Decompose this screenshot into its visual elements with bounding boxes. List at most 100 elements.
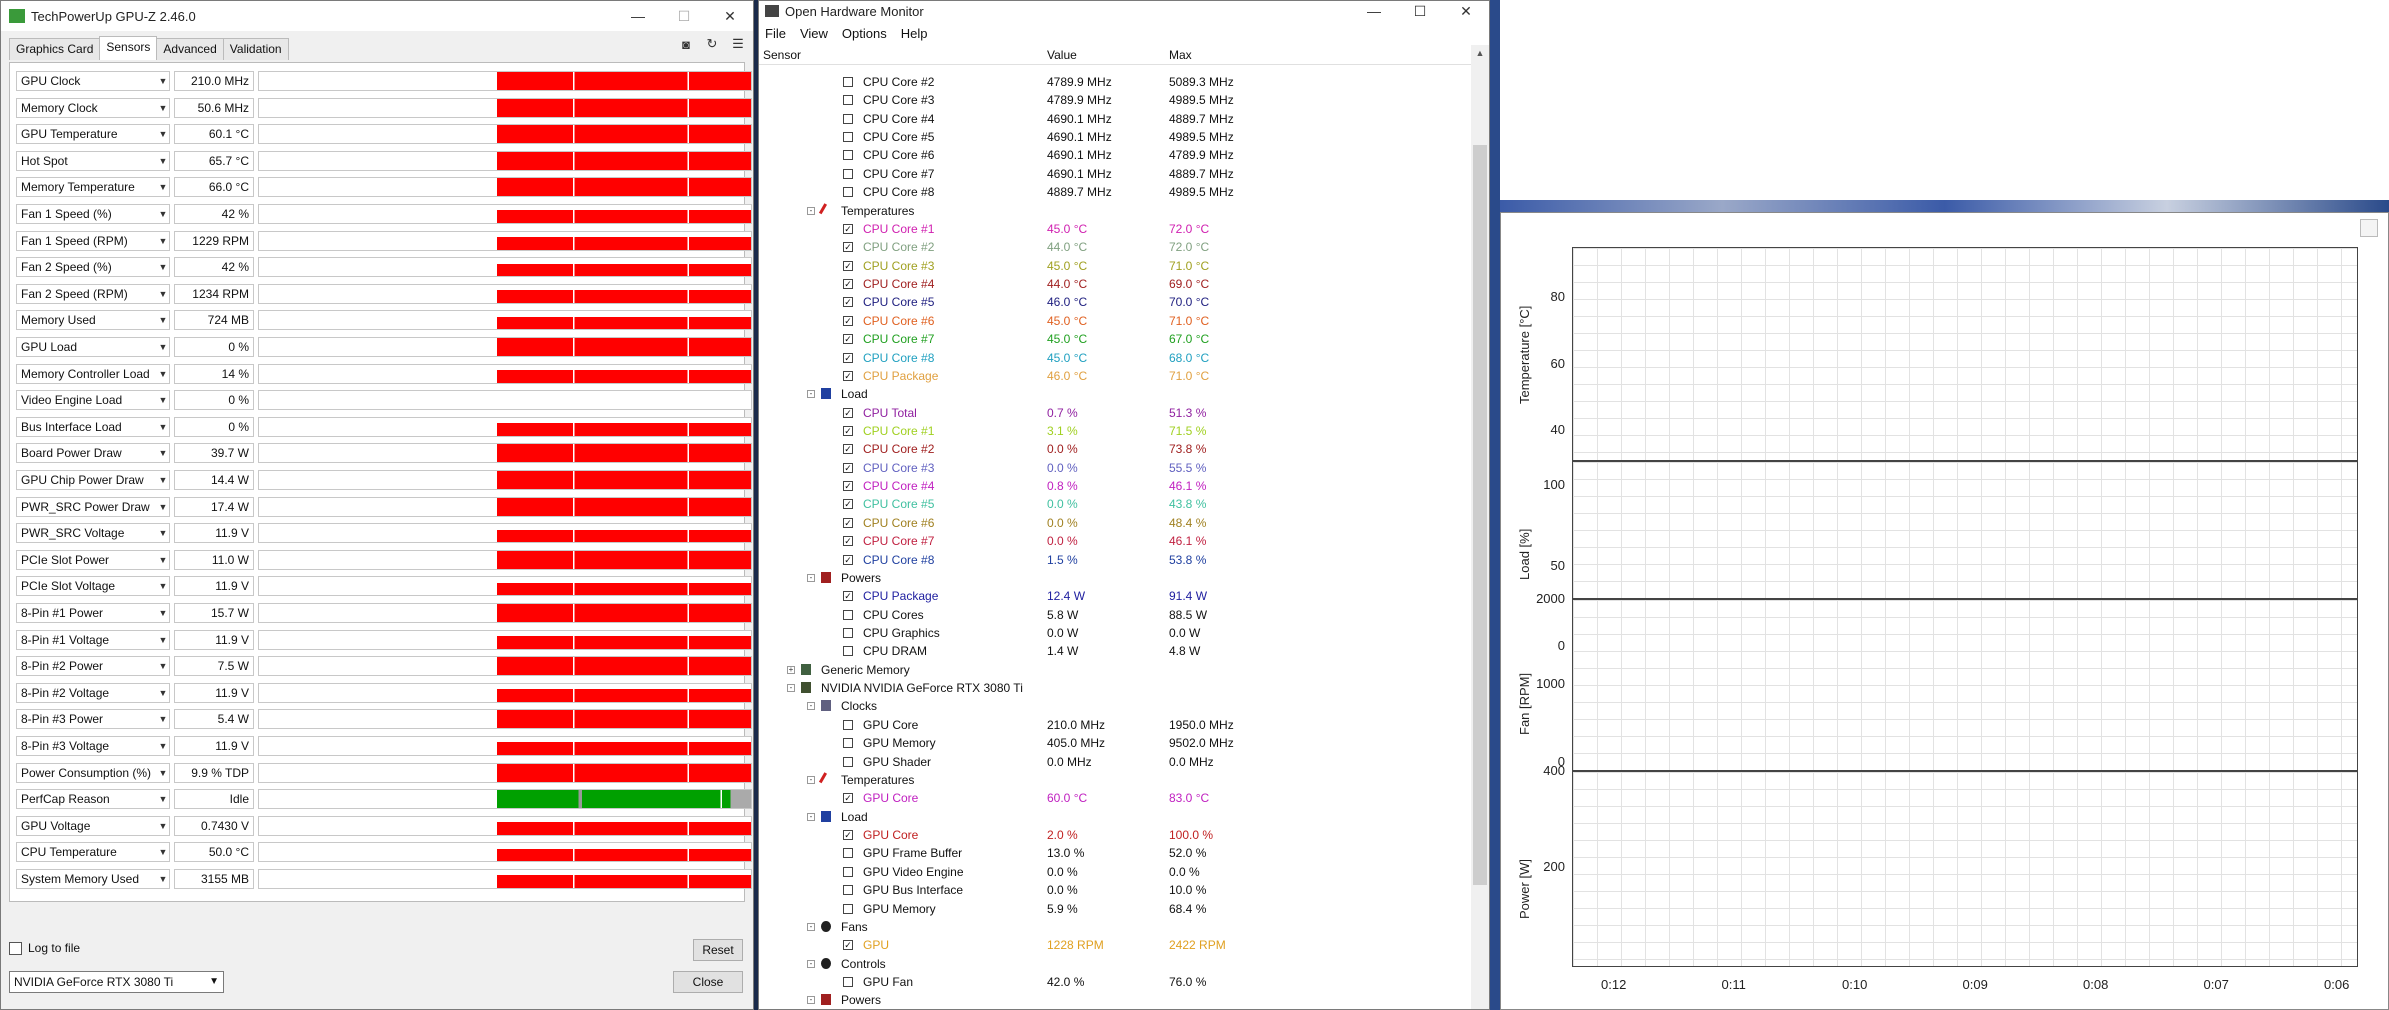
sensor-tree-row[interactable]: CPU Core #6 4690.1 MHz 4789.9 MHz (759, 146, 1471, 164)
sensor-checkbox[interactable]: ✓ (843, 536, 853, 547)
expand-icon[interactable]: - (807, 812, 815, 821)
sensor-checkbox[interactable]: ✓ (843, 444, 853, 455)
sensor-tree-row[interactable]: ✓ CPU Core #8 45.0 °C 68.0 °C (759, 349, 1471, 367)
sensor-tree-group[interactable]: - Fans (759, 918, 1471, 936)
sensor-tree-row[interactable]: ✓ CPU Core #6 0.0 % 48.4 % (759, 514, 1471, 532)
sensor-tree-row[interactable]: ✓ GPU Core 2.0 % 100.0 % (759, 826, 1471, 844)
sensor-checkbox[interactable]: ✓ (843, 425, 853, 436)
sensor-checkbox[interactable] (843, 150, 853, 161)
refresh-icon[interactable]: ↻ (703, 35, 721, 53)
sensor-checkbox[interactable]: ✓ (843, 352, 853, 363)
tab-validation[interactable]: Validation (222, 38, 289, 60)
sensor-tree-row[interactable]: ✓ CPU Core #4 44.0 °C 69.0 °C (759, 275, 1471, 293)
chevron-down-icon[interactable]: ▼ (156, 709, 170, 729)
sensor-name[interactable]: PCIe Slot Power (16, 549, 170, 570)
close-button[interactable]: Close (673, 971, 743, 993)
sensor-checkbox[interactable]: ✓ (843, 279, 853, 290)
plot-panel[interactable] (1572, 461, 2358, 599)
sensor-name[interactable]: Fan 2 Speed (%) (16, 257, 170, 278)
chevron-down-icon[interactable]: ▼ (156, 177, 170, 197)
sensor-checkbox[interactable]: ✓ (843, 260, 853, 271)
sensor-name[interactable]: PerfCap Reason (16, 789, 170, 810)
chevron-down-icon[interactable]: ▼ (156, 390, 170, 410)
sensor-checkbox[interactable]: ✓ (843, 940, 853, 951)
sensor-name[interactable]: Video Engine Load (16, 390, 170, 411)
chevron-down-icon[interactable]: ▼ (156, 310, 170, 330)
sensor-name[interactable]: 8-Pin #2 Power (16, 656, 170, 677)
chevron-down-icon[interactable]: ▼ (156, 523, 170, 543)
plot-panel[interactable] (1572, 599, 2358, 771)
sensor-tree-group[interactable]: - NVIDIA NVIDIA GeForce RTX 3080 Ti (759, 679, 1471, 697)
sensor-checkbox[interactable]: ✓ (843, 499, 853, 510)
expand-icon[interactable]: - (807, 922, 815, 931)
sensor-tree-row[interactable]: ✓ CPU Core #2 44.0 °C 72.0 °C (759, 238, 1471, 256)
sensor-checkbox[interactable] (843, 646, 853, 657)
device-select[interactable]: NVIDIA GeForce RTX 3080 Ti ▼ (9, 971, 224, 993)
tab-sensors[interactable]: Sensors (99, 36, 158, 60)
sensor-tree-row[interactable]: GPU Memory 405.0 MHz 9502.0 MHz (759, 734, 1471, 752)
sensor-checkbox[interactable]: ✓ (843, 830, 853, 841)
sensor-name[interactable]: GPU Temperature (16, 124, 170, 145)
sensor-name[interactable]: 8-Pin #3 Voltage (16, 736, 170, 756)
sensor-tree-row[interactable]: ✓ CPU Core #2 0.0 % 73.8 % (759, 440, 1471, 458)
chevron-down-icon[interactable]: ▼ (156, 816, 170, 836)
sensor-name[interactable]: Bus Interface Load (16, 416, 170, 437)
sensor-tree-row[interactable]: GPU Fan 42.0 % 76.0 % (759, 973, 1471, 991)
menu-options[interactable]: Options (842, 26, 887, 41)
sensor-tree-row[interactable]: CPU Cores 5.8 W 88.5 W (759, 606, 1471, 624)
expand-icon[interactable]: - (787, 684, 795, 693)
chevron-down-icon[interactable]: ▼ (156, 470, 170, 490)
chevron-down-icon[interactable]: ▼ (156, 284, 170, 304)
sensor-name[interactable]: Memory Controller Load (16, 363, 170, 384)
chevron-down-icon[interactable]: ▼ (156, 151, 170, 171)
sensor-tree-row[interactable]: GPU Core 210.0 MHz 1950.0 MHz (759, 716, 1471, 734)
sensor-tree-row[interactable]: CPU Core #3 4789.9 MHz 4989.5 MHz (759, 91, 1471, 109)
sensor-checkbox[interactable] (843, 903, 853, 914)
sensor-tree-group[interactable]: - Load (759, 385, 1471, 403)
sensor-name[interactable]: PWR_SRC Voltage (16, 523, 170, 544)
sensor-checkbox[interactable]: ✓ (843, 554, 853, 565)
sensor-tree-row[interactable]: ✓ CPU Core #4 0.8 % 46.1 % (759, 477, 1471, 495)
sensor-tree-row[interactable]: ✓ CPU Core #8 1.5 % 53.8 % (759, 551, 1471, 569)
expand-icon[interactable]: - (807, 206, 815, 215)
scroll-up-icon[interactable]: ▲ (1471, 45, 1489, 61)
sensor-name[interactable]: CPU Temperature (16, 842, 170, 863)
sensor-tree-row[interactable]: ✓ CPU Core #7 45.0 °C 67.0 °C (759, 330, 1471, 348)
sensor-checkbox[interactable] (843, 168, 853, 179)
menu-file[interactable]: File (765, 26, 786, 41)
maximize-icon[interactable]: ☐ (1397, 1, 1443, 21)
sensor-checkbox[interactable]: ✓ (843, 297, 853, 308)
sensor-name[interactable]: PWR_SRC Power Draw (16, 496, 170, 517)
chevron-down-icon[interactable]: ▼ (156, 789, 170, 809)
chevron-down-icon[interactable]: ▼ (156, 98, 170, 118)
sensor-name[interactable]: Board Power Draw (16, 443, 170, 464)
sensor-tree-group[interactable]: - Controls (759, 955, 1471, 973)
sensor-tree-row[interactable]: CPU Core #4 4690.1 MHz 4889.7 MHz (759, 110, 1471, 128)
chevron-down-icon[interactable]: ▼ (156, 842, 170, 862)
sensor-name[interactable]: PCIe Slot Voltage (16, 576, 170, 597)
sensor-tree-row[interactable]: ✓ CPU Core #6 45.0 °C 71.0 °C (759, 312, 1471, 330)
sensor-tree-row[interactable]: ✓ CPU Core #1 3.1 % 71.5 % (759, 422, 1471, 440)
sensor-checkbox[interactable]: ✓ (843, 481, 853, 492)
chevron-down-icon[interactable]: ▼ (156, 497, 170, 517)
sensor-checkbox[interactable]: ✓ (843, 517, 853, 528)
sensor-name[interactable]: Fan 1 Speed (%) (16, 204, 170, 224)
chevron-down-icon[interactable]: ▼ (156, 683, 170, 703)
sensor-checkbox[interactable] (843, 866, 853, 877)
sensor-name[interactable]: 8-Pin #2 Voltage (16, 682, 170, 703)
plot-close-icon[interactable] (2360, 219, 2378, 237)
ohm-scroll-thumb[interactable] (1473, 145, 1487, 885)
sensor-name[interactable]: Fan 1 Speed (RPM) (16, 230, 170, 251)
sensor-checkbox[interactable]: ✓ (843, 370, 853, 381)
sensor-checkbox[interactable]: ✓ (843, 793, 853, 804)
sensor-tree-row[interactable]: GPU Frame Buffer 13.0 % 52.0 % (759, 844, 1471, 862)
gpuz-titlebar[interactable]: TechPowerUp GPU-Z 2.46.0 — ☐ ✕ (1, 1, 753, 31)
sensor-tree-row[interactable]: ✓ CPU Core #3 0.0 % 55.5 % (759, 459, 1471, 477)
chevron-down-icon[interactable]: ▼ (156, 736, 170, 756)
sensor-name[interactable]: Memory Clock (16, 97, 170, 118)
sensor-tree-group[interactable]: - Clocks (759, 697, 1471, 715)
camera-icon[interactable]: ◙ (677, 35, 695, 53)
sensor-tree-row[interactable]: GPU Shader 0.0 MHz 0.0 MHz (759, 753, 1471, 771)
sensor-name[interactable]: Memory Temperature (16, 177, 170, 198)
sensor-name[interactable]: GPU Clock (16, 71, 170, 91)
